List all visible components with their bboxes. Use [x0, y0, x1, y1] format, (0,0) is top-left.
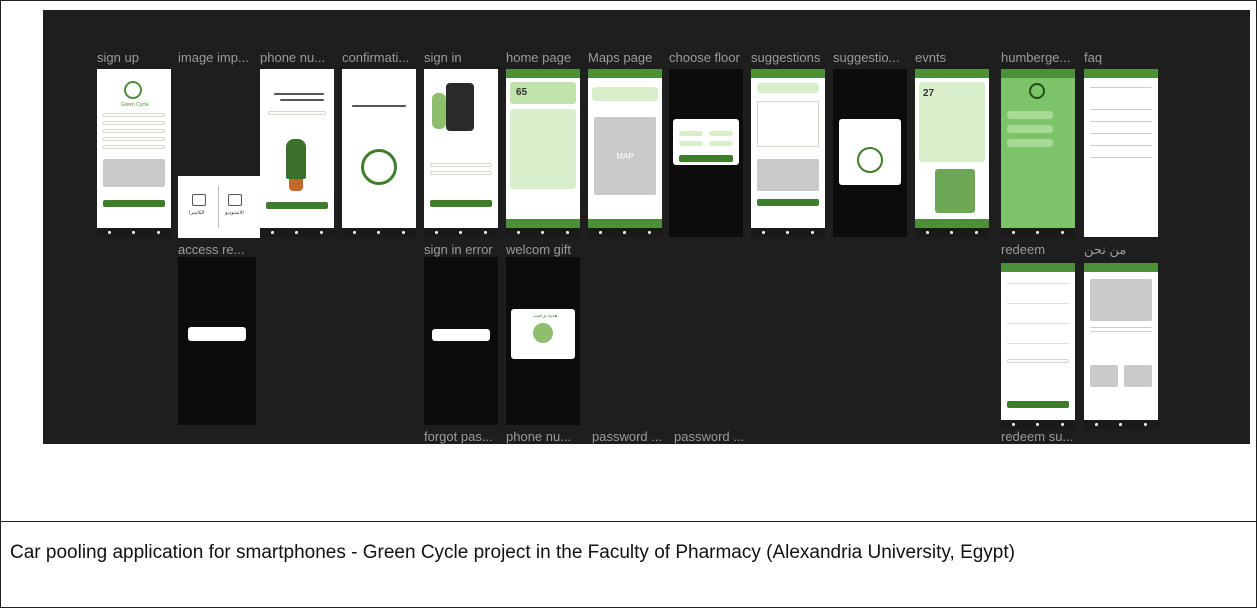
figure-caption: Car pooling application for smartphones … [10, 542, 1015, 563]
frame-label-image-imp[interactable]: image imp... [178, 50, 249, 65]
frame-label-evnts[interactable]: evnts [915, 50, 946, 65]
screen-about-us[interactable] [1084, 263, 1158, 429]
redeem-button[interactable] [1007, 401, 1069, 408]
screen-suggestions[interactable] [751, 69, 825, 237]
screen-sign-up[interactable]: Green Cycle [97, 69, 171, 237]
leaf-logo-icon [124, 81, 142, 99]
send-code-button[interactable] [266, 202, 328, 209]
frame-label-choose-floor[interactable]: choose floor [669, 50, 740, 65]
screen-faq[interactable] [1084, 69, 1158, 237]
avatar-icon [1029, 83, 1045, 99]
screen-phone-number[interactable] [260, 69, 334, 237]
gift-plant-icon [533, 323, 553, 343]
frame-label-phone-nu[interactable]: phone nu... [260, 50, 325, 65]
phone-illustration-icon [446, 83, 474, 131]
frame-label-redeem-su[interactable]: redeem su... [1001, 429, 1073, 444]
map-area[interactable]: MAP [594, 117, 656, 195]
screen-access-request[interactable] [178, 257, 256, 425]
brand-label: Green Cycle [121, 102, 149, 108]
floor-picker-modal[interactable] [673, 119, 739, 165]
event-card[interactable]: 27 [919, 82, 985, 162]
frame-label-humberge[interactable]: humberge... [1001, 50, 1070, 65]
frame-label-password-1[interactable]: password ... [592, 429, 662, 444]
screen-redeem[interactable] [1001, 263, 1075, 429]
checkmark-icon [857, 147, 883, 173]
screen-sign-in-error[interactable] [424, 257, 498, 425]
permission-dialog[interactable] [188, 327, 246, 341]
frame-label-home-page[interactable]: home page [506, 50, 571, 65]
frame-label-password-2[interactable]: password ... [674, 429, 744, 444]
gallery-label[interactable]: الاستوديو [225, 210, 244, 216]
frame-label-welcom-gift[interactable]: welcom gift [506, 242, 571, 257]
success-modal [839, 119, 901, 185]
points-card: 65 [510, 82, 576, 104]
frame-label-sign-up[interactable]: sign up [97, 50, 139, 65]
camera-icon [192, 194, 206, 206]
frame-label-faq[interactable]: faq [1084, 50, 1102, 65]
frame-label-forgot-pas[interactable]: forgot pas... [424, 429, 493, 444]
error-dialog[interactable] [432, 329, 490, 341]
screen-maps-page[interactable]: MAP [588, 69, 662, 237]
attachment-image-icon [757, 159, 819, 191]
screen-welcome-gift[interactable]: هدية ترحيب [506, 257, 580, 425]
frame-label-suggestio[interactable]: suggestio... [833, 50, 900, 65]
event-date: 27 [923, 88, 935, 99]
screen-home-page[interactable]: 65 [506, 69, 580, 237]
image-placeholder-icon [103, 159, 165, 187]
frame-label-suggestions[interactable]: suggestions [751, 50, 820, 65]
recycle-bins-illustration-icon [935, 169, 975, 213]
folder-icon [228, 194, 242, 206]
gift-modal: هدية ترحيب [511, 309, 575, 359]
screen-confirmation[interactable] [342, 69, 416, 237]
about-image-icon [1090, 279, 1152, 321]
screen-suggestion-sent[interactable] [833, 69, 907, 237]
stats-panel [510, 109, 576, 189]
screen-sign-in[interactable] [424, 69, 498, 237]
frame-label-confirmati[interactable]: confirmati... [342, 50, 409, 65]
design-canvas: sign up image imp... phone nu... confirm… [43, 10, 1250, 444]
map-label: MAP [616, 151, 634, 161]
checkmark-icon [361, 149, 397, 185]
sign-in-button[interactable] [430, 200, 492, 207]
frame-label-sign-in-error[interactable]: sign in error [424, 242, 493, 257]
points-value: 65 [516, 87, 528, 98]
camera-label[interactable]: الكاميرا [189, 210, 205, 216]
sign-up-button[interactable] [103, 200, 165, 207]
frame-label-access-re[interactable]: access re... [178, 242, 244, 257]
frame-label-maps-page[interactable]: Maps page [588, 50, 652, 65]
screen-hamburger-menu[interactable] [1001, 69, 1075, 237]
plant-illustration-icon [286, 139, 306, 179]
screen-events[interactable]: 27 [915, 69, 989, 237]
frame-label-phone-nu-2[interactable]: phone nu... [506, 429, 571, 444]
screen-image-import[interactable]: الكاميرا الاستوديو [178, 176, 260, 238]
team-photo-icon [1090, 365, 1118, 387]
figure-frame: sign up image imp... phone nu... confirm… [0, 0, 1257, 522]
caption-cell: Car pooling application for smartphones … [0, 521, 1257, 608]
submit-suggestion-button[interactable] [757, 199, 819, 206]
frame-label-sign-in[interactable]: sign in [424, 50, 462, 65]
frame-label-about-us[interactable]: من نحن [1084, 242, 1126, 258]
screen-choose-floor[interactable] [669, 69, 743, 237]
team-photo-icon [1124, 365, 1152, 387]
gift-title: هدية ترحيب [533, 313, 558, 319]
frame-label-redeem[interactable]: redeem [1001, 242, 1045, 257]
